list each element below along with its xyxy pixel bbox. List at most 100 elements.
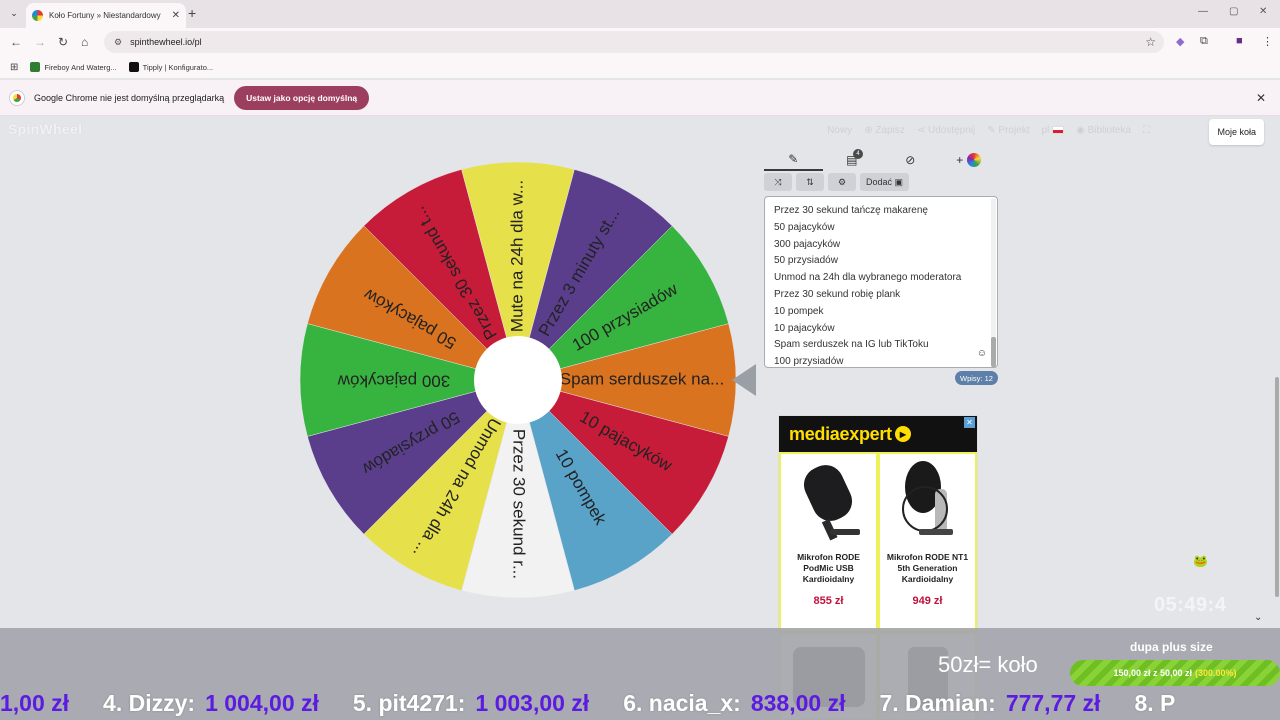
shuffle-button[interactable]: ⤨ [764, 173, 792, 191]
minimize-icon[interactable]: — [1198, 6, 1208, 17]
nav-design[interactable]: ✎ Projekt [987, 125, 1029, 136]
entry-line: 300 pajacyków [774, 238, 841, 250]
ticker-name: 5. pit4271: [352, 689, 466, 716]
tab-results[interactable]: ▤ 4 [823, 149, 882, 171]
emoji-icon[interactable]: ☺ [977, 348, 987, 359]
product-price: 855 zł [813, 595, 844, 607]
app-logo[interactable]: SpinWheel [8, 121, 82, 137]
entry-tools: ⤨ ⇅ ⚙ Dodać ▣ [764, 173, 910, 191]
tab-add-wheel[interactable]: + [940, 149, 999, 171]
close-window-icon[interactable]: ✕ [1259, 6, 1267, 17]
wheel-pointer [732, 364, 756, 396]
chevron-down-icon[interactable]: ⌄ [1254, 612, 1262, 623]
entry-line: Unmod na 24h dla wybranego moderatora [774, 272, 962, 284]
microphone-image [888, 458, 968, 546]
frog-emote-icon: 🐸 [1193, 554, 1208, 568]
donation-ticker: 1,00 zł 4. Dizzy: 1 004,00 zł 5. pit4271… [0, 686, 1280, 720]
entries-scroll-thumb[interactable] [991, 337, 996, 367]
url-text: spinthewheel.io/pl [130, 37, 202, 47]
goal-progress-bar: 150,00 zł z 50,00 zł (300.00%) [1070, 660, 1280, 686]
fullscreen-icon[interactable]: ⛶ [1143, 125, 1150, 136]
nav-share[interactable]: ⋖ Udostępnij [917, 125, 975, 136]
ticker-amount: 1 004,00 zł [205, 689, 319, 716]
bookmark-item[interactable]: Tipply | Konfigurato... [128, 62, 213, 72]
entry-line: 50 pajacyków [774, 221, 835, 233]
plus-icon: + [956, 153, 964, 167]
tab-edit[interactable]: ✎ [764, 149, 823, 171]
nav-new[interactable]: Nowy [827, 125, 852, 136]
ticker-item: 6. nacia_x: 838,00 zł [623, 690, 845, 717]
favicon-icon [32, 10, 43, 21]
ticker-item: 5. pit4271: 1 003,00 zł [353, 690, 589, 717]
site-info-icon[interactable]: ⚙ [114, 37, 122, 48]
pencil-icon: ✎ [788, 152, 799, 166]
bookmark-label: Fireboy And Waterg... [44, 62, 117, 72]
maximize-icon[interactable]: ▢ [1229, 6, 1238, 17]
image-icon: ▣ [894, 176, 904, 187]
new-tab-button[interactable]: + [188, 5, 196, 21]
nav-library[interactable]: ◉ Biblioteka [1076, 125, 1131, 136]
bookmark-favicon-icon [30, 62, 41, 72]
extension-icon[interactable]: ◆ [1176, 35, 1184, 48]
tab-title: Koło Fortuny » Niestandardowy [49, 11, 161, 20]
ad-product[interactable]: Mikrofon RODE NT1 5th Generation Kardioi… [878, 452, 977, 632]
home-icon[interactable]: ⌂ [81, 35, 88, 49]
my-wheels-button[interactable]: Moje koła [1209, 119, 1264, 145]
ticker-name: 7. Damian: [879, 689, 996, 716]
entry-line: 50 przysiadów [774, 255, 838, 267]
nav-save[interactable]: ⊕ Zapisz [864, 125, 905, 136]
ad-product[interactable]: Mikrofon RODE PodMic USB Kardioidalny 85… [779, 452, 878, 632]
default-browser-infobar: Google Chrome nie jest domyślną przegląd… [0, 80, 1280, 116]
play-icon: ▶ [894, 426, 911, 442]
sort-button[interactable]: ⇅ [796, 173, 824, 191]
results-badge: 4 [853, 149, 863, 159]
tab-search-chevron-icon[interactable]: ⌄ [6, 5, 22, 21]
ticker-amount: 1 003,00 zł [475, 689, 590, 716]
profile-icon[interactable]: ■ [1236, 35, 1243, 47]
bookmark-item[interactable]: Fireboy And Waterg... [30, 62, 117, 72]
browser-tab[interactable]: Koło Fortuny » Niestandardowy ✕ [26, 3, 186, 28]
promo-text: 50zł= koło [938, 652, 1038, 677]
shuffle-icon: ⤨ [774, 176, 782, 187]
ad-brand-banner[interactable]: mediaexpert ▶ [779, 416, 977, 452]
ad-close-icon[interactable]: ✕ [964, 417, 975, 428]
entry-line: 10 pompek [774, 305, 824, 317]
entries-textarea[interactable]: Przez 30 sekund tańczę makarenę 50 pajac… [764, 196, 998, 368]
ticker-item: 4. Dizzy: 1 004,00 zł [103, 690, 319, 717]
entry-line: Spam serduszek na IG lub TikToku [774, 339, 929, 351]
set-default-button[interactable]: Ustaw jako opcję domyślną [234, 85, 370, 110]
back-icon[interactable]: ← [10, 35, 22, 49]
color-wheel-icon [967, 153, 982, 167]
goal-percent: (300.00%) [1195, 668, 1237, 678]
product-name: Mikrofon RODE PodMic USB Kardioidalny [797, 552, 860, 584]
ticker-name: 4. Dizzy: [103, 689, 196, 716]
tab-hidden[interactable]: ⊘ [881, 149, 940, 171]
ticker-name: 6. nacia_x: [623, 689, 741, 716]
product-name: Mikrofon RODE NT1 5th Generation Kardioi… [886, 552, 969, 584]
menu-kebab-icon[interactable]: ⋮ [1262, 35, 1273, 48]
entries-count-badge: Wpisy: 12 [955, 371, 998, 385]
gear-icon: ⚙ [837, 176, 847, 187]
infobar-close-icon[interactable]: ✕ [1256, 91, 1266, 105]
forward-icon[interactable]: → [34, 35, 46, 49]
page-scroll-thumb[interactable] [1275, 377, 1279, 597]
goal-amount: 150,00 zł z 50,00 zł [1113, 668, 1193, 678]
panel-tabs: ✎ ▤ 4 ⊘ + [764, 149, 998, 171]
ad-brand: mediaexpert [789, 423, 892, 444]
flag-pl-icon [1052, 126, 1065, 135]
sort-icon: ⇅ [806, 176, 814, 187]
reload-icon[interactable]: ↻ [58, 35, 68, 49]
settings-button[interactable]: ⚙ [828, 173, 856, 191]
app-nav: Nowy ⊕ Zapisz ⋖ Udostępnij ✎ Projekt pl … [827, 125, 1150, 136]
tab-close-icon[interactable]: ✕ [172, 10, 180, 21]
spin-wheel[interactable]: Spam serduszek na...10 pajacyków10 pompe… [300, 162, 740, 602]
extensions-puzzle-icon[interactable]: ⧉ [1200, 35, 1208, 48]
wheel-segment-label: 300 pajacyków [337, 372, 450, 391]
bookmark-star-icon[interactable]: ☆ [1145, 35, 1156, 49]
wheel-center[interactable] [474, 336, 562, 424]
nav-language[interactable]: pl [1042, 125, 1065, 136]
add-image-button[interactable]: Dodać ▣ [860, 173, 910, 191]
wheel-segment-label: Mute na 24h dla w... [507, 180, 526, 332]
address-bar[interactable]: ⚙ spinthewheel.io/pl ☆ [104, 31, 1164, 53]
apps-grid-icon[interactable]: ⊞ [10, 62, 18, 73]
